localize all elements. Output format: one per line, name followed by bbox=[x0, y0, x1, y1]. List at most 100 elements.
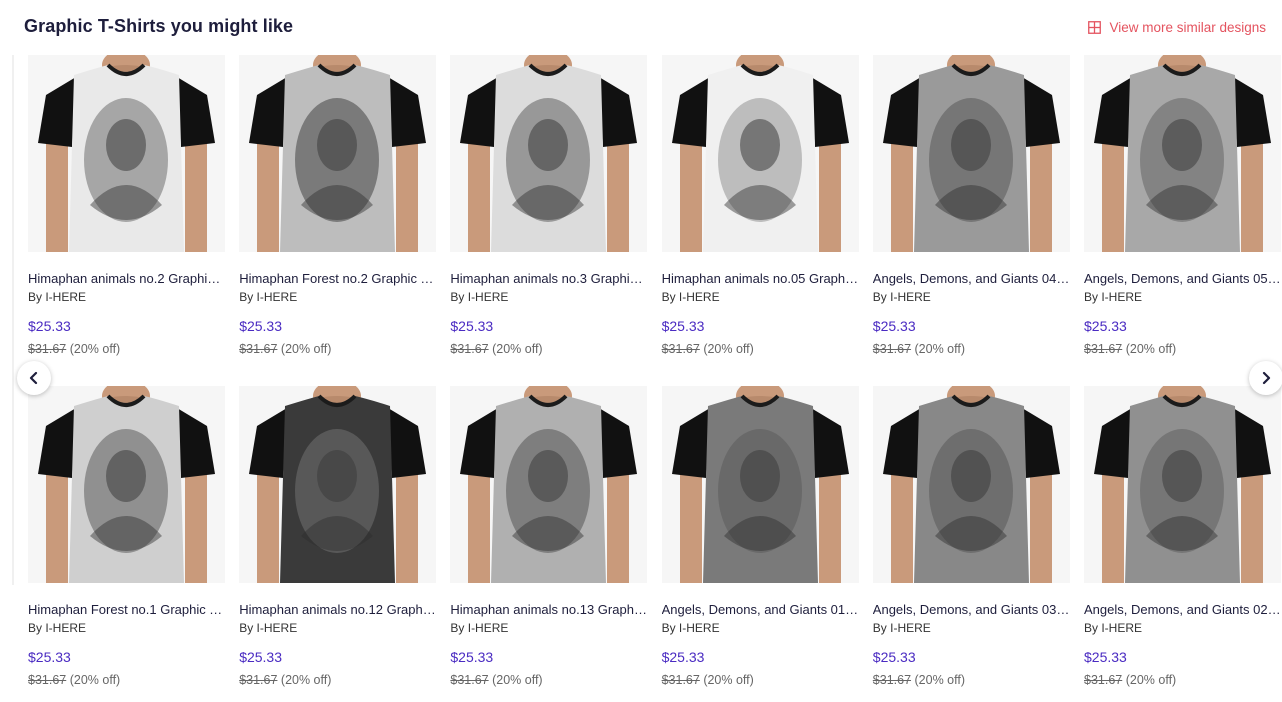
product-price: $25.33 bbox=[1084, 318, 1127, 334]
discount-label: (20% off) bbox=[914, 342, 966, 356]
tshirt-image bbox=[661, 386, 859, 583]
original-price: $31.67 bbox=[239, 342, 278, 356]
product-price: $25.33 bbox=[1084, 649, 1127, 665]
product-price: $25.33 bbox=[872, 318, 916, 334]
product-title[interactable]: Himaphan animals no.12 Graphi... bbox=[239, 602, 436, 618]
product-card[interactable]: Himaphan animals no.13 Graphi... By I-HER… bbox=[450, 386, 648, 687]
product-old-price-row: $31.67 (20% off) bbox=[450, 673, 542, 687]
product-artist: By I-HERE bbox=[450, 290, 509, 304]
product-card[interactable]: Himaphan animals no.05 Graphi... By I-HER… bbox=[661, 55, 859, 356]
product-card[interactable]: Himaphan animals no.3 Graphic ... By I-HE… bbox=[450, 55, 648, 356]
chevron-left-icon bbox=[29, 371, 38, 385]
product-artist: By I-HERE bbox=[872, 290, 931, 304]
original-price: $31.67 bbox=[1084, 342, 1123, 356]
tshirt-image bbox=[872, 55, 1070, 252]
product-image[interactable] bbox=[661, 55, 859, 252]
product-image[interactable] bbox=[872, 55, 1070, 252]
carousel-next-button[interactable] bbox=[1249, 361, 1282, 395]
product-card[interactable]: Himaphan animals no.2 Graphic ... By I-HE… bbox=[28, 55, 225, 356]
product-image[interactable] bbox=[239, 55, 437, 252]
product-image[interactable] bbox=[239, 386, 437, 583]
product-old-price-row: $31.67 (20% off) bbox=[662, 342, 754, 356]
product-price: $25.33 bbox=[872, 649, 916, 665]
discount-label: (20% off) bbox=[1125, 342, 1177, 356]
tshirt-image bbox=[661, 55, 859, 252]
product-image[interactable] bbox=[28, 386, 225, 583]
original-price: $31.67 bbox=[28, 673, 67, 687]
carousel-edge bbox=[12, 55, 14, 585]
product-title[interactable]: Angels, Demons, and Giants 05 ... bbox=[1084, 271, 1281, 287]
product-artist: By I-HERE bbox=[28, 621, 87, 635]
tshirt-image bbox=[239, 55, 437, 252]
product-image[interactable] bbox=[450, 55, 648, 252]
product-image[interactable] bbox=[872, 386, 1070, 583]
original-price: $31.67 bbox=[872, 673, 912, 687]
product-title[interactable]: Angels, Demons, and Giants 02 ... bbox=[1084, 602, 1281, 618]
product-title[interactable]: Himaphan animals no.3 Graphic ... bbox=[450, 271, 647, 287]
product-image[interactable] bbox=[661, 386, 859, 583]
product-price: $25.33 bbox=[661, 649, 705, 665]
original-price: $31.67 bbox=[450, 342, 489, 356]
product-image[interactable] bbox=[1084, 55, 1281, 252]
discount-label: (20% off) bbox=[69, 673, 121, 687]
product-card[interactable]: Angels, Demons, and Giants 03 ... By I-HE… bbox=[872, 386, 1070, 687]
tshirt-image bbox=[239, 386, 437, 583]
product-card[interactable]: Himaphan Forest no.1 Graphic T... By I-HE… bbox=[28, 386, 225, 687]
product-title[interactable]: Himaphan animals no.13 Graphi... bbox=[450, 602, 647, 618]
product-title[interactable]: Himaphan Forest no.2 Graphic T... bbox=[239, 271, 436, 287]
chevron-right-icon bbox=[1262, 371, 1271, 385]
original-price: $31.67 bbox=[661, 342, 700, 356]
discount-label: (20% off) bbox=[703, 673, 754, 687]
product-artist: By I-HERE bbox=[661, 290, 720, 304]
tshirt-image bbox=[28, 55, 225, 252]
product-card[interactable]: Himaphan animals no.12 Graphi... By I-HER… bbox=[239, 386, 437, 687]
tshirt-image bbox=[450, 386, 648, 583]
discount-label: (20% off) bbox=[703, 342, 754, 356]
discount-label: (20% off) bbox=[492, 342, 543, 356]
product-card[interactable]: Angels, Demons, and Giants 01 ... By I-HE… bbox=[661, 386, 859, 687]
discount-label: (20% off) bbox=[280, 342, 332, 356]
product-card[interactable]: Angels, Demons, and Giants 05 ... By I-HE… bbox=[1084, 55, 1281, 356]
product-image[interactable] bbox=[1084, 386, 1281, 583]
product-artist: By I-HERE bbox=[450, 621, 509, 635]
product-artist: By I-HERE bbox=[1084, 290, 1143, 304]
carousel-prev-button[interactable] bbox=[17, 361, 51, 395]
product-title[interactable]: Angels, Demons, and Giants 03 ... bbox=[873, 602, 1070, 618]
product-old-price-row: $31.67 (20% off) bbox=[662, 673, 754, 687]
product-image[interactable] bbox=[450, 386, 648, 583]
product-artist: By I-HERE bbox=[239, 621, 298, 635]
view-more-link[interactable]: View more similar designs bbox=[1088, 20, 1266, 35]
product-old-price-row: $31.67 (20% off) bbox=[450, 342, 542, 356]
product-price: $25.33 bbox=[28, 649, 71, 665]
product-old-price-row: $31.67 (20% off) bbox=[873, 342, 965, 356]
product-old-price-row: $31.67 (20% off) bbox=[28, 673, 120, 687]
product-title[interactable]: Himaphan Forest no.1 Graphic T... bbox=[28, 602, 225, 618]
product-card[interactable]: Himaphan Forest no.2 Graphic T... By I-HE… bbox=[239, 55, 437, 356]
original-price: $31.67 bbox=[450, 673, 489, 687]
discount-label: (20% off) bbox=[280, 673, 332, 687]
product-title[interactable]: Angels, Demons, and Giants 04 ... bbox=[873, 271, 1070, 287]
product-price: $25.33 bbox=[661, 318, 705, 334]
product-artist: By I-HERE bbox=[28, 290, 87, 304]
product-old-price-row: $31.67 (20% off) bbox=[239, 673, 331, 687]
tshirt-image bbox=[1084, 55, 1281, 252]
product-artist: By I-HERE bbox=[661, 621, 720, 635]
product-old-price-row: $31.67 (20% off) bbox=[1084, 673, 1176, 687]
tshirt-image bbox=[450, 55, 648, 252]
product-artist: By I-HERE bbox=[1084, 621, 1143, 635]
original-price: $31.67 bbox=[661, 673, 700, 687]
product-price: $25.33 bbox=[239, 318, 283, 334]
product-image[interactable] bbox=[28, 55, 225, 252]
product-old-price-row: $31.67 (20% off) bbox=[28, 342, 120, 356]
product-artist: By I-HERE bbox=[872, 621, 931, 635]
product-price: $25.33 bbox=[450, 649, 494, 665]
product-old-price-row: $31.67 (20% off) bbox=[873, 673, 965, 687]
tshirt-image bbox=[28, 386, 225, 583]
product-title[interactable]: Angels, Demons, and Giants 01 ... bbox=[662, 602, 859, 618]
product-artist: By I-HERE bbox=[239, 290, 298, 304]
original-price: $31.67 bbox=[872, 342, 912, 356]
product-card[interactable]: Angels, Demons, and Giants 04 ... By I-HE… bbox=[872, 55, 1070, 356]
product-title[interactable]: Himaphan animals no.2 Graphic ... bbox=[28, 271, 225, 287]
product-title[interactable]: Himaphan animals no.05 Graphi... bbox=[662, 271, 859, 287]
product-card[interactable]: Angels, Demons, and Giants 02 ... By I-HE… bbox=[1084, 386, 1281, 687]
